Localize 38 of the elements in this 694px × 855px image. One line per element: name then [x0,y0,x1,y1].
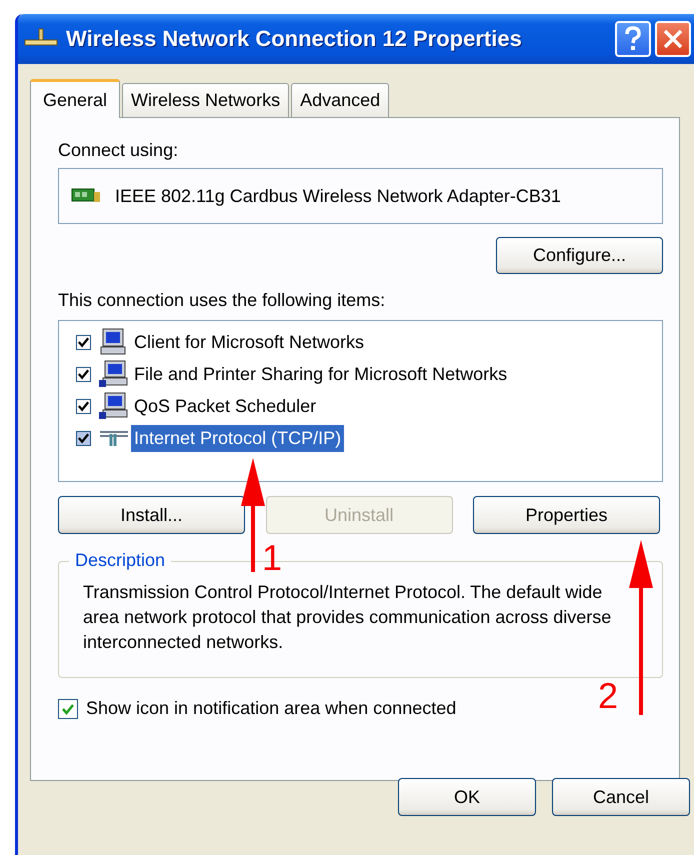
action-button[interactable]: Properties [473,496,660,534]
adapter-name: IEEE 802.11g Cardbus Wireless Network Adapter-CB31 [115,186,561,206]
computer-icon [99,392,129,420]
tab[interactable]: Wireless Networks [122,83,290,117]
action-button[interactable]: Install... [58,496,245,534]
close-icon [661,27,685,51]
checkbox[interactable] [76,398,91,414]
connect-using-label: Connect using: [58,140,180,161]
list-item[interactable]: Internet Protocol (TCP/IP) [131,424,344,452]
window-title: Wireless Network Connection 12 Properties [66,26,522,52]
checkmark-icon [77,335,90,349]
checkbox[interactable] [58,698,78,718]
checkmark-icon [77,431,90,445]
list-item[interactable]: QoS Packet Scheduler [131,392,320,420]
annotation-number: 1 [262,538,282,578]
checkbox[interactable] [76,366,91,382]
dialog-button[interactable]: OK [398,778,536,816]
checkmark-icon [77,399,90,413]
list-item[interactable]: File and Printer Sharing for Microsoft Networks [131,360,510,388]
checkmark-icon [61,702,75,716]
help-button[interactable] [615,21,651,57]
annotation-number: 2 [598,676,618,716]
network-card-icon [71,187,101,205]
dialog-button[interactable]: Cancel [552,778,690,816]
list-item[interactable]: Client for Microsoft Networks [131,328,368,356]
description-text: Transmission Control Protocol/Internet Protocol. The default wide area network protocol that provides communication across diverse interconnected networks. [83,581,612,654]
close-button[interactable] [655,21,691,57]
help-icon [623,26,643,52]
items-label: This connection uses the following items: [58,290,386,311]
computer-icon [99,360,129,388]
checkmark-icon [77,367,90,381]
tab[interactable]: General [30,79,120,118]
checkbox[interactable] [76,430,91,446]
configure-button[interactable]: Configure... [496,237,663,274]
checkbox-label: Show icon in notification area when connected [86,698,456,719]
tab[interactable]: Advanced [291,83,390,117]
checkbox[interactable] [76,334,91,350]
group-title: Description [69,550,172,571]
